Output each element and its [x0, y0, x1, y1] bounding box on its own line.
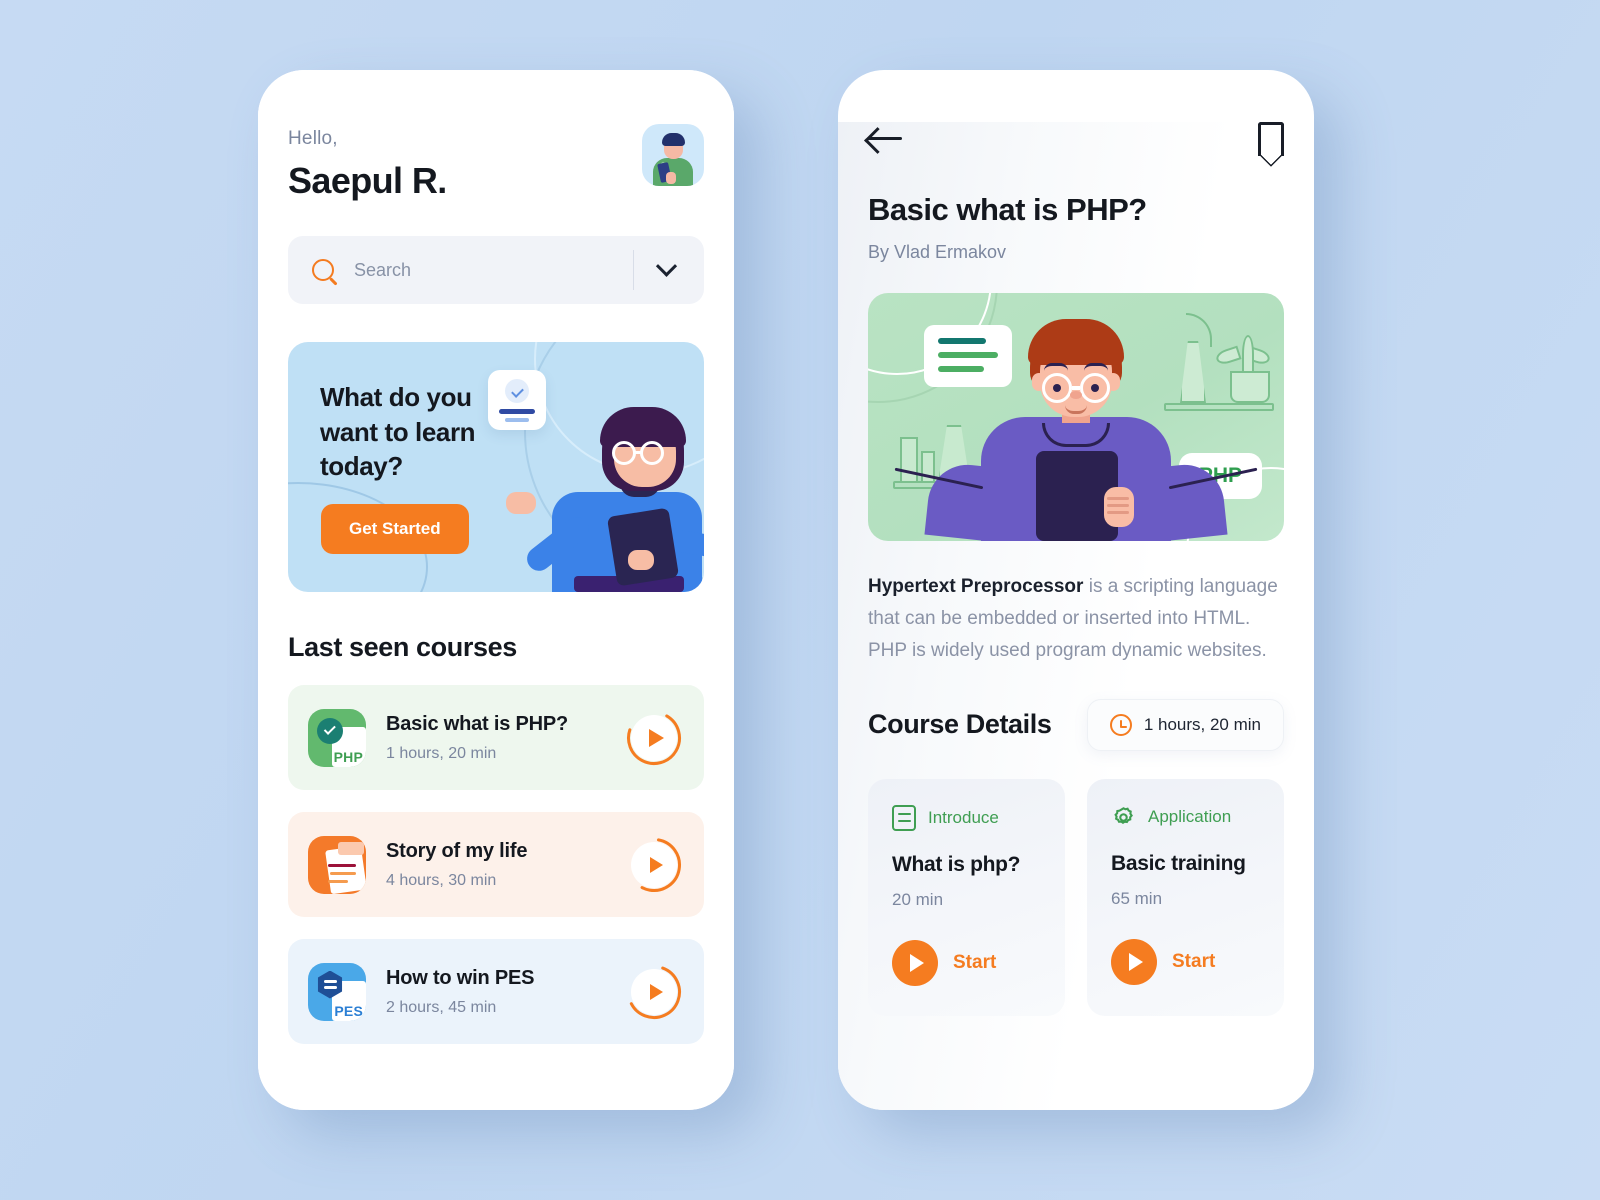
page-title: Basic what is PHP?	[868, 192, 1147, 227]
course-icon-pes: PES	[308, 962, 366, 1021]
search-bar[interactable]: Search	[288, 236, 704, 304]
user-name: Saepul R.	[288, 160, 447, 201]
course-play-button[interactable]	[626, 964, 682, 1020]
lesson-card-introduce[interactable]: Introduce What is php? 20 min Start	[868, 778, 1065, 1016]
greeting-text: Hello,	[288, 128, 338, 149]
list-item[interactable]: Story of my life 4 hours, 30 min	[288, 812, 704, 917]
learn-banner[interactable]: What do you want to learn today? Get Sta…	[288, 342, 704, 592]
start-lesson-button[interactable]: Start	[1111, 938, 1260, 985]
filter-dropdown-button[interactable]	[634, 255, 698, 278]
lesson-duration: 65 min	[1111, 888, 1163, 908]
list-item[interactable]: PHP Basic what is PHP? 1 hours, 20 min	[288, 685, 704, 790]
lesson-title: Basic training	[1111, 851, 1246, 875]
search-icon	[312, 259, 334, 281]
course-title: How to win PES	[386, 966, 535, 989]
course-abbr: PHP	[333, 748, 363, 765]
lesson-category: Application	[1148, 807, 1232, 827]
clock-icon	[1109, 713, 1132, 736]
lesson-title: What is php?	[892, 852, 1021, 876]
lesson-cards: Introduce What is php? 20 min Start Appl…	[868, 778, 1284, 1016]
course-details-header: Course Details 1 hours, 20 min	[868, 698, 1284, 751]
course-icon-php: PHP	[308, 708, 366, 767]
duration-badge: 1 hours, 20 min	[1086, 698, 1284, 751]
home-screen-phone: Hello, Saepul R. Search What do you want…	[258, 70, 734, 1110]
search-input[interactable]: Search	[354, 260, 633, 281]
course-duration: 1 hours, 20 min	[386, 744, 497, 762]
home-header: Hello, Saepul R.	[288, 70, 704, 202]
course-title: Story of my life	[386, 839, 528, 862]
description-bold: Hypertext Preprocessor	[868, 576, 1084, 597]
chevron-down-icon	[655, 255, 677, 277]
play-icon	[1111, 938, 1157, 985]
app-mockup-canvas: Hello, Saepul R. Search What do you want…	[0, 0, 1600, 1200]
start-lesson-button[interactable]: Start	[892, 939, 1041, 986]
course-description: Hypertext Preprocessor is a scripting la…	[868, 571, 1284, 667]
start-label: Start	[953, 951, 997, 973]
course-hero-illustration: PHP	[868, 293, 1284, 541]
lesson-category: Introduce	[928, 807, 999, 827]
course-detail-phone: Basic what is PHP? By Vlad Ermakov PHP	[838, 70, 1314, 1110]
play-icon	[892, 939, 938, 986]
get-started-button[interactable]: Get Started	[321, 504, 469, 554]
course-abbr: PES	[334, 1002, 363, 1019]
course-play-button[interactable]	[626, 710, 682, 766]
avatar[interactable]	[642, 124, 704, 186]
document-icon	[892, 804, 916, 831]
lesson-card-application[interactable]: Application Basic training 65 min Start	[1087, 778, 1284, 1016]
section-title-last-seen: Last seen courses	[288, 632, 517, 662]
arrow-left-icon[interactable]	[868, 124, 910, 154]
man-illustration	[868, 293, 1284, 541]
gear-icon	[1111, 805, 1136, 830]
woman-illustration	[497, 387, 704, 592]
course-author: By Vlad Ermakov	[868, 242, 1007, 262]
course-duration: 4 hours, 30 min	[386, 871, 497, 889]
lesson-duration: 20 min	[892, 889, 944, 909]
course-details-title: Course Details	[868, 709, 1052, 740]
start-label: Start	[1172, 950, 1216, 972]
list-item[interactable]: PES How to win PES 2 hours, 45 min	[288, 939, 704, 1044]
course-title: Basic what is PHP?	[386, 712, 569, 735]
detail-topbar	[868, 122, 1284, 170]
course-duration: 2 hours, 45 min	[386, 998, 497, 1016]
duration-text: 1 hours, 20 min	[1143, 714, 1261, 734]
bookmark-icon[interactable]	[1258, 122, 1284, 170]
course-icon-story	[308, 835, 366, 894]
course-play-button[interactable]	[626, 837, 682, 893]
